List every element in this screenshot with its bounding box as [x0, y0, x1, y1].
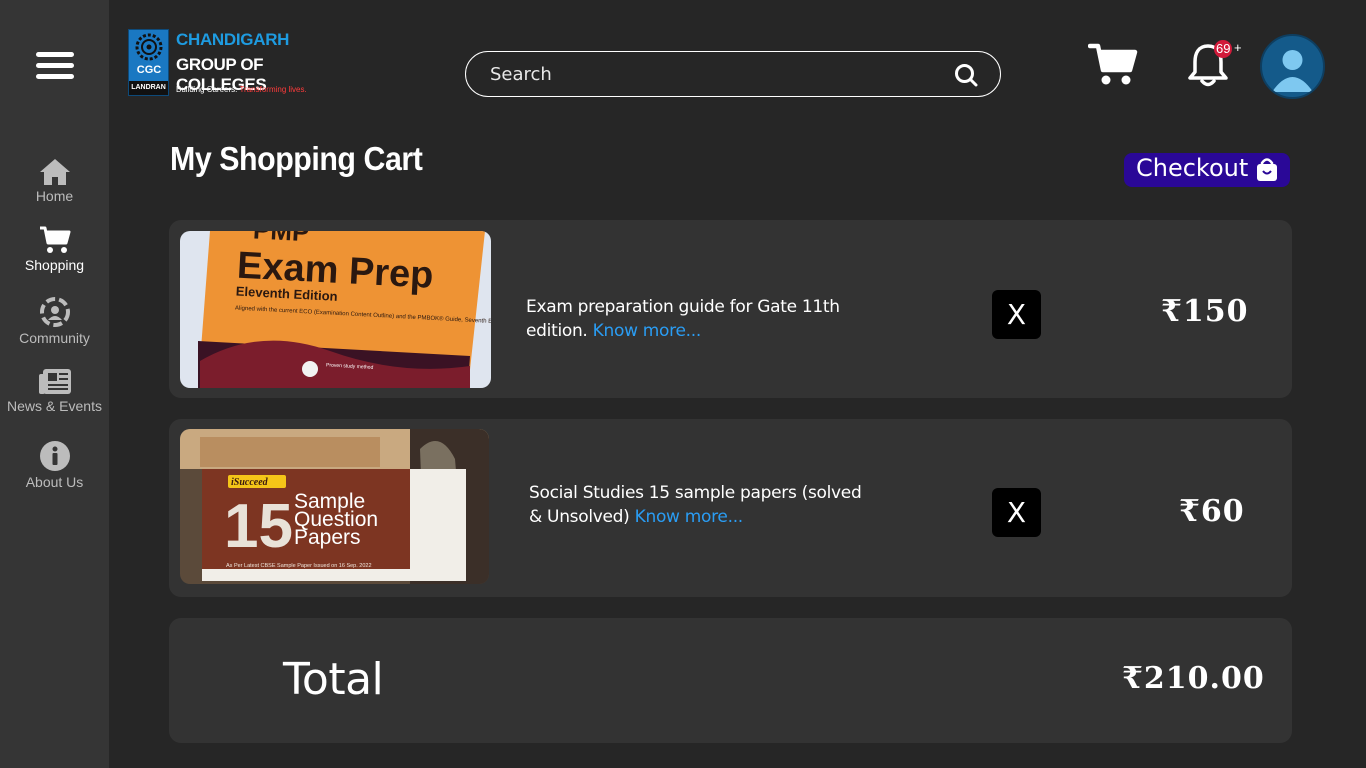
product-image[interactable]: iSucceed 15 Sample Question Papers As Pe… [180, 429, 489, 584]
notification-badge-suffix: + [1234, 40, 1242, 55]
brand-tagline: Building Careers. Transforming lives. [176, 85, 307, 94]
cart-icon[interactable] [1088, 42, 1138, 88]
newspaper-icon [38, 369, 71, 394]
gear-emblem-icon [135, 33, 163, 61]
logo-mark-subtext: LANDRAN [129, 81, 168, 95]
cart-item: PMP Exam Prep Eleventh Edition Aligned w… [169, 220, 1292, 398]
cart-icon [39, 226, 70, 253]
cover-text: As Per Latest CBSE Sample Paper Issued o… [226, 563, 372, 569]
cover-text: iSucceed [231, 477, 269, 488]
avatar[interactable] [1260, 34, 1325, 99]
total-label: Total [283, 654, 384, 705]
sidebar-item-label: Community [19, 330, 90, 346]
page-title: My Shopping Cart [170, 140, 423, 177]
sidebar-item-label: About Us [25, 474, 84, 490]
brand-line1: CHANDIGARH [176, 30, 290, 49]
sidebar: Home Shopping Community News & Events Ab… [0, 0, 109, 768]
cart-total: Total ₹210.00 [169, 618, 1292, 743]
checkout-button[interactable]: Checkout [1124, 153, 1290, 187]
home-icon [39, 159, 70, 185]
tagline-white: Building Careers. [176, 85, 238, 94]
shopping-bag-icon [1257, 158, 1277, 181]
tagline-red: Transforming lives. [239, 85, 307, 94]
logo-mark-text: CGC [136, 64, 162, 76]
sidebar-item-community[interactable]: Community [0, 296, 109, 346]
info-icon [39, 441, 70, 471]
sidebar-item-news-events[interactable]: News & Events [0, 368, 109, 414]
know-more-link[interactable]: Know more... [635, 507, 744, 527]
item-price: ₹60 [1179, 494, 1245, 529]
sidebar-item-shopping[interactable]: Shopping [0, 226, 109, 273]
sidebar-item-home[interactable]: Home [0, 158, 109, 204]
hamburger-menu-icon[interactable] [36, 52, 74, 80]
product-description: Exam preparation guide for Gate 11th edi… [526, 295, 866, 343]
item-price: ₹150 [1161, 294, 1249, 329]
search-icon[interactable] [954, 63, 978, 87]
user-icon [1272, 50, 1313, 92]
cover-text: Papers [294, 526, 361, 549]
book-cover-image: iSucceed 15 Sample Question Papers As Pe… [180, 429, 489, 584]
sidebar-item-label: Home [35, 188, 74, 204]
notification-badge: 69 [1214, 40, 1233, 58]
sidebar-item-label: News & Events [7, 398, 102, 414]
remove-item-button[interactable]: X [992, 290, 1041, 339]
search-bar [465, 51, 1001, 97]
remove-item-button[interactable]: X [992, 488, 1041, 537]
logo-mark: CGC LANDRAN [128, 29, 169, 96]
sidebar-item-about-us[interactable]: About Us [0, 440, 109, 490]
brand-logo[interactable]: CGC LANDRAN CHANDIGARH GROUP OF COLLEGES… [128, 29, 328, 99]
product-description: Social Studies 15 sample papers (solved … [529, 481, 869, 529]
community-icon [39, 297, 70, 327]
search-input[interactable] [490, 61, 940, 87]
sidebar-item-label: Shopping [24, 257, 85, 273]
checkout-label: Checkout [1136, 154, 1249, 182]
total-value: ₹210.00 [1122, 661, 1265, 696]
book-cover-image: PMP Exam Prep Eleventh Edition Aligned w… [180, 231, 491, 388]
product-image[interactable]: PMP Exam Prep Eleventh Edition Aligned w… [180, 231, 491, 388]
know-more-link[interactable]: Know more... [593, 321, 702, 341]
cover-text: 15 [224, 492, 293, 561]
cart-item: iSucceed 15 Sample Question Papers As Pe… [169, 419, 1292, 597]
